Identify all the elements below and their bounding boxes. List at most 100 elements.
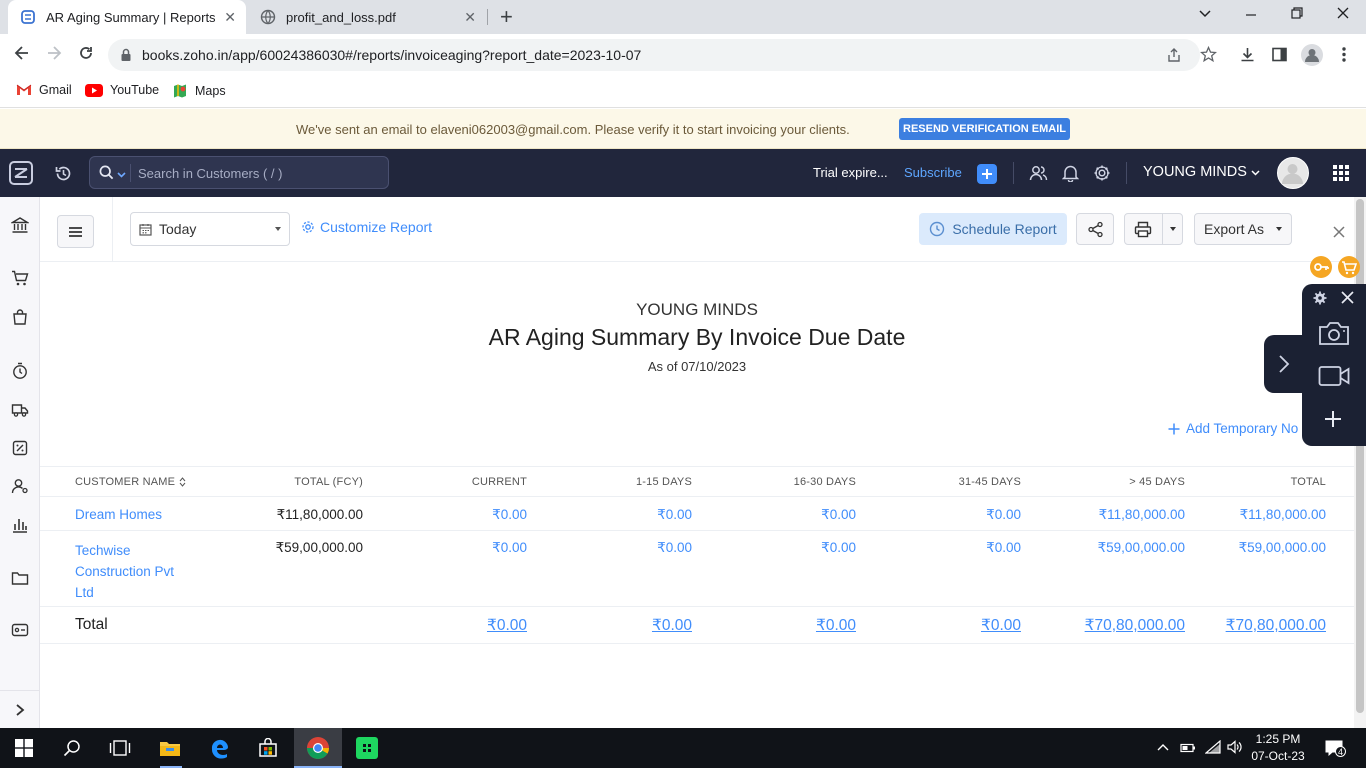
lock-icon[interactable] — [120, 48, 132, 67]
close-icon[interactable]: ✕ — [224, 9, 236, 26]
restore-icon[interactable] — [1290, 6, 1304, 25]
customer-link[interactable]: Dream Homes — [75, 507, 162, 522]
tab-ar-aging[interactable]: AR Aging Summary | Reports | Z ✕ — [8, 0, 246, 34]
total-16-30-cell[interactable]: ₹0.00 — [816, 616, 856, 635]
kebab-menu-icon[interactable] — [1342, 46, 1346, 68]
chrome-icon[interactable] — [294, 728, 342, 768]
forward-arrow-icon[interactable] — [45, 44, 63, 67]
notifications-icon[interactable]: 4 — [1324, 739, 1346, 762]
col-1-15-days[interactable]: 1-15 DAYS — [636, 476, 692, 488]
close-icon[interactable]: ✕ — [464, 9, 476, 26]
add-temporary-note-link[interactable]: Add Temporary No — [1168, 421, 1298, 436]
chevron-down-icon[interactable] — [1198, 6, 1212, 25]
quick-create-plus-icon[interactable] — [977, 164, 997, 184]
col-16-30-days[interactable]: 16-30 DAYS — [794, 476, 856, 488]
days-31-45-cell[interactable]: ₹0.00 — [986, 507, 1021, 523]
resend-verification-button[interactable]: RESEND VERIFICATION EMAIL — [899, 118, 1070, 140]
reload-icon[interactable] — [77, 44, 95, 67]
search-icon[interactable] — [48, 728, 96, 768]
search-icon[interactable] — [99, 165, 114, 185]
close-icon[interactable] — [1341, 291, 1354, 309]
col-over-45-days[interactable]: > 45 DAYS — [1129, 476, 1185, 488]
camera-icon[interactable] — [1318, 319, 1350, 352]
export-as-dropdown[interactable]: Export As — [1194, 213, 1292, 245]
col-customer-name[interactable]: CUSTOMER NAME — [75, 476, 186, 488]
bell-icon[interactable] — [1061, 164, 1080, 187]
gear-icon[interactable] — [1313, 291, 1327, 310]
search-box[interactable]: Search in Customers ( / ) — [89, 156, 389, 189]
download-icon[interactable] — [1239, 46, 1256, 68]
tax-icon[interactable] — [10, 438, 30, 458]
recent-history-icon[interactable] — [54, 164, 73, 188]
reports-icon[interactable] — [10, 515, 30, 535]
truck-icon[interactable] — [10, 400, 30, 420]
col-total[interactable]: TOTAL — [1291, 476, 1326, 488]
screen-recorder-app-icon[interactable] — [343, 728, 391, 768]
window-close-icon[interactable] — [1336, 6, 1350, 25]
omnibox[interactable]: books.zoho.in/app/60024386030#/reports/i… — [108, 39, 1200, 71]
capture-collapse-tab[interactable] — [1264, 335, 1306, 393]
share-icon[interactable] — [1166, 47, 1182, 68]
row-total-cell[interactable]: ₹59,00,000.00 — [1239, 540, 1326, 556]
customer-link[interactable]: Techwise Construction Pvt Ltd — [75, 540, 174, 603]
banking-icon[interactable] — [10, 215, 30, 235]
timer-icon[interactable] — [10, 361, 30, 381]
minimize-icon[interactable] — [1244, 6, 1258, 25]
total-over-45-cell[interactable]: ₹70,80,000.00 — [1085, 616, 1185, 635]
days-over-45-cell[interactable]: ₹59,00,000.00 — [1098, 540, 1185, 556]
row-total-cell[interactable]: ₹11,80,000.00 — [1240, 507, 1326, 523]
trial-expire-text[interactable]: Trial expire... — [813, 165, 888, 180]
total-31-45-cell[interactable]: ₹0.00 — [981, 616, 1021, 635]
org-switcher[interactable]: YOUNG MINDS — [1143, 164, 1260, 180]
volume-icon[interactable] — [1227, 740, 1243, 759]
user-settings-icon[interactable] — [10, 476, 30, 496]
col-current[interactable]: CURRENT — [472, 476, 527, 488]
gear-icon[interactable] — [1093, 164, 1111, 187]
cart-icon[interactable] — [10, 268, 30, 288]
customize-report-link[interactable]: Customize Report — [301, 219, 432, 235]
bookmark-gmail[interactable]: Gmail — [16, 83, 72, 97]
print-button[interactable] — [1124, 213, 1183, 245]
subscribe-link[interactable]: Subscribe — [904, 165, 962, 180]
col-31-45-days[interactable]: 31-45 DAYS — [959, 476, 1021, 488]
back-arrow-icon[interactable] — [13, 44, 31, 67]
folder-icon[interactable] — [10, 568, 30, 588]
users-icon[interactable] — [1029, 164, 1048, 187]
days-1-15-cell[interactable]: ₹0.00 — [657, 540, 692, 556]
expand-rail-chevron-icon[interactable] — [10, 700, 30, 720]
file-explorer-icon[interactable] — [146, 728, 194, 768]
caret-down-icon[interactable] — [1170, 227, 1176, 231]
plus-icon[interactable] — [1324, 410, 1342, 433]
close-report-icon[interactable] — [1333, 225, 1345, 243]
battery-icon[interactable] — [1180, 741, 1196, 759]
profile-avatar-icon[interactable] — [1301, 44, 1323, 66]
col-total-fcy[interactable]: TOTAL (FCY) — [294, 476, 363, 488]
cart-icon[interactable] — [1338, 256, 1360, 278]
star-icon[interactable] — [1199, 45, 1218, 68]
share-button[interactable] — [1076, 213, 1114, 245]
days-16-30-cell[interactable]: ₹0.00 — [821, 507, 856, 523]
tab-profit-and-loss[interactable]: profit_and_loss.pdf ✕ — [248, 0, 486, 34]
chevron-down-icon[interactable] — [117, 166, 126, 184]
bookmark-youtube[interactable]: YouTube — [85, 83, 159, 97]
days-over-45-cell[interactable]: ₹11,80,000.00 — [1099, 507, 1185, 523]
key-icon[interactable] — [1310, 256, 1332, 278]
grand-total-cell[interactable]: ₹70,80,000.00 — [1226, 616, 1326, 635]
total-current-cell[interactable]: ₹0.00 — [487, 616, 527, 635]
new-tab-icon[interactable]: + — [500, 4, 513, 30]
task-view-icon[interactable] — [96, 728, 144, 768]
taskbar-clock[interactable]: 1:25 PM 07-Oct-23 — [1246, 731, 1310, 765]
days-1-15-cell[interactable]: ₹0.00 — [657, 507, 692, 523]
video-camera-icon[interactable] — [1318, 364, 1350, 393]
wifi-icon[interactable] — [1204, 739, 1221, 759]
chevron-up-icon[interactable] — [1157, 741, 1169, 759]
schedule-report-button[interactable]: Schedule Report — [919, 213, 1067, 245]
bookmark-maps[interactable]: Maps — [172, 83, 226, 99]
integrations-icon[interactable] — [10, 620, 30, 640]
current-cell[interactable]: ₹0.00 — [492, 540, 527, 556]
search-input[interactable]: Search in Customers ( / ) — [138, 166, 283, 181]
days-31-45-cell[interactable]: ₹0.00 — [986, 540, 1021, 556]
days-16-30-cell[interactable]: ₹0.00 — [821, 540, 856, 556]
current-cell[interactable]: ₹0.00 — [492, 507, 527, 523]
date-filter-dropdown[interactable]: Today — [130, 212, 290, 246]
